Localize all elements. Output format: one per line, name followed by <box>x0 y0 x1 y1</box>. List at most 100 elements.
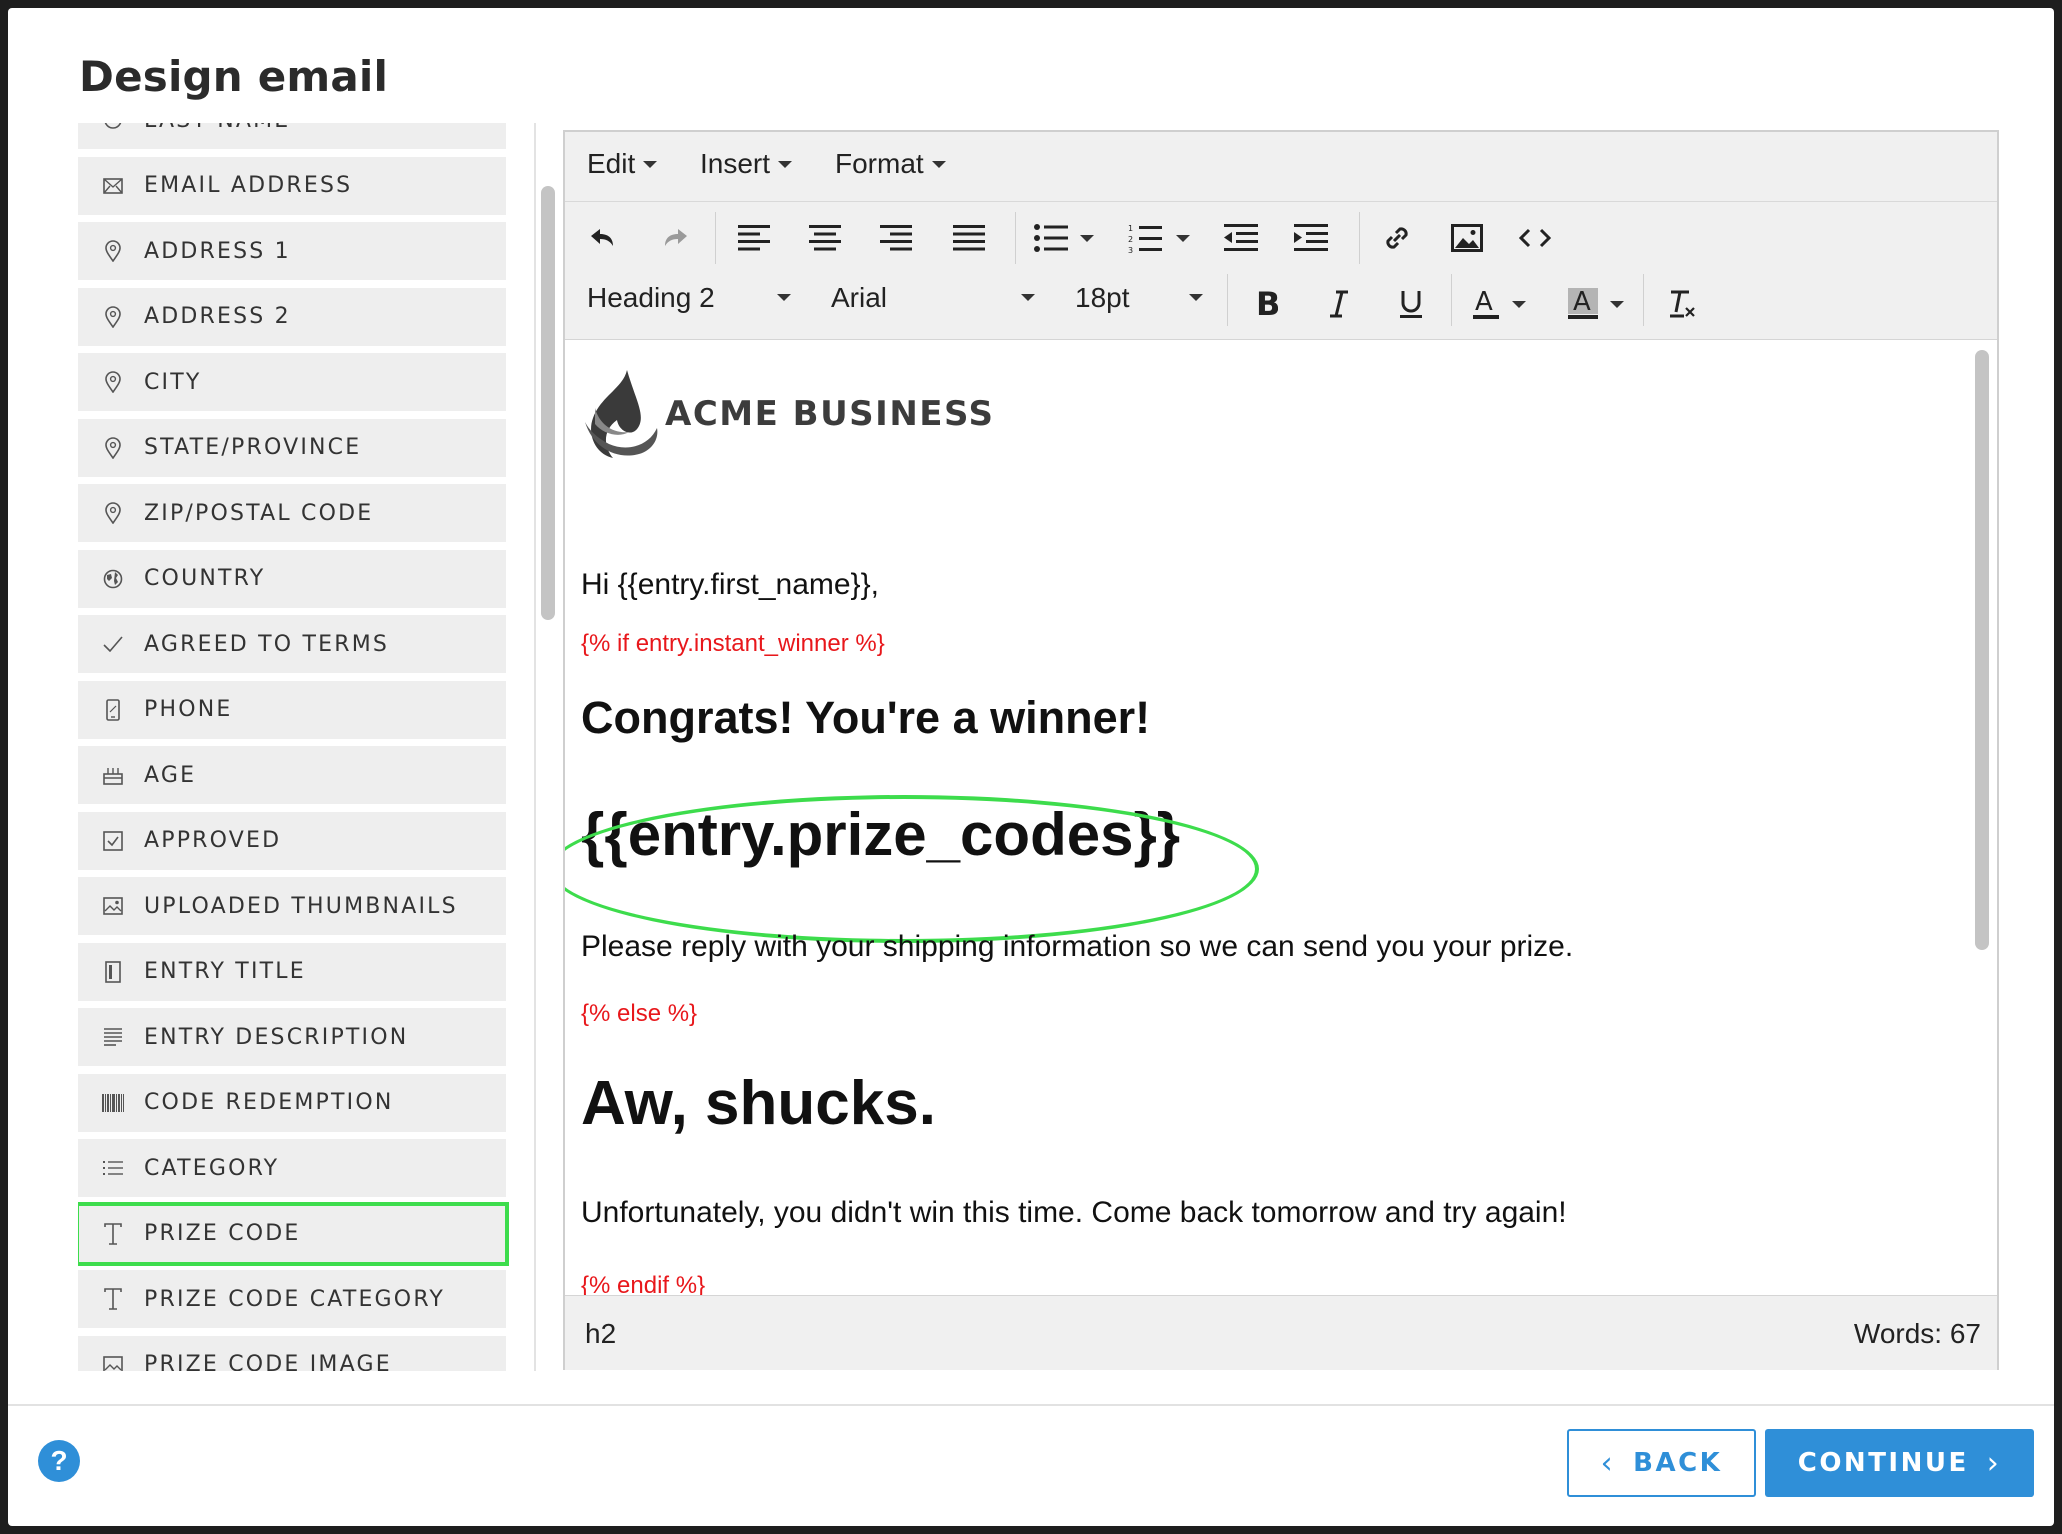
image-icon <box>102 1354 124 1371</box>
field-item-uploaded-thumbnails[interactable]: UPLOADED THUMBNAILS <box>78 877 506 935</box>
field-item-address-1[interactable]: ADDRESS 1 <box>78 222 506 280</box>
document-icon <box>102 960 124 983</box>
field-item-entry-title[interactable]: ENTRY TITLE <box>78 942 506 1001</box>
field-item-zip-postal-code[interactable]: ZIP/POSTAL CODE <box>78 484 506 542</box>
field-item-state-province[interactable]: STATE/PROVINCE <box>78 418 506 477</box>
text-color-button[interactable]: A <box>1462 280 1510 328</box>
insert-link-button[interactable] <box>1373 214 1421 262</box>
word-count: Words: 67 <box>1853 1318 1981 1349</box>
field-item-label: ADDRESS 2 <box>144 304 291 329</box>
font-family-select[interactable]: Arial <box>831 282 1035 314</box>
field-item-phone[interactable]: PHONE <box>78 680 506 739</box>
menu-insert[interactable]: Insert <box>700 148 793 180</box>
email-content-area[interactable]: ACME BUSINESS Hi {{entry.first_name}}, {… <box>565 340 1975 1295</box>
field-item-label: ZIP/POSTAL CODE <box>144 500 374 526</box>
element-path[interactable]: h2 <box>585 1318 616 1350</box>
field-item-prize-code[interactable]: PRIZE CODE <box>78 1201 509 1266</box>
underline-button[interactable] <box>1387 280 1435 328</box>
clear-formatting-icon <box>1670 290 1695 318</box>
back-button[interactable]: ‹ BACK <box>1567 1429 1756 1497</box>
field-item-country[interactable]: COUNTRY <box>78 549 506 608</box>
chevron-right-icon: › <box>1986 1445 2002 1481</box>
help-button[interactable]: ? <box>38 1440 80 1482</box>
field-item-prize-code-category[interactable]: PRIZE CODE CATEGORY <box>78 1270 506 1328</box>
align-left-icon <box>738 225 770 251</box>
toolbar-separator <box>1643 274 1644 326</box>
align-justify-button[interactable] <box>945 214 993 262</box>
field-item-age[interactable]: AGE <box>78 746 506 804</box>
redo-icon <box>665 229 687 246</box>
block-format-select[interactable]: Heading 2 <box>587 282 791 314</box>
code-icon <box>1519 228 1551 248</box>
clear-formatting-button[interactable] <box>1657 280 1705 328</box>
undo-button[interactable] <box>579 214 627 262</box>
field-list-scrollbar[interactable] <box>541 186 555 620</box>
menu-edit[interactable]: Edit <box>587 148 658 180</box>
indent-button[interactable] <box>1287 214 1335 262</box>
field-item-category[interactable]: CATEGORY <box>78 1139 506 1197</box>
paragraph-icon <box>102 1026 124 1048</box>
checkbox-icon <box>102 830 124 852</box>
field-item-label: CITY <box>144 369 202 395</box>
redo-button[interactable] <box>651 214 699 262</box>
field-item-label: PRIZE CODE IMAGE <box>144 1352 392 1371</box>
bullet-list-icon <box>1034 224 1068 252</box>
winner-body-text: Please reply with your shipping informat… <box>581 930 1574 963</box>
svg-text:2: 2 <box>1128 235 1133 244</box>
text-color-options-button[interactable] <box>1507 280 1531 328</box>
svg-text:A: A <box>1573 288 1591 317</box>
field-item-prize-code-image[interactable]: PRIZE CODE IMAGE <box>78 1335 506 1371</box>
toolbar-separator <box>1451 274 1452 326</box>
insert-image-button[interactable] <box>1443 214 1491 262</box>
continue-button[interactable]: CONTINUE › <box>1765 1429 2034 1497</box>
field-item-label: STATE/PROVINCE <box>144 435 362 460</box>
chevron-down-icon <box>1610 300 1624 308</box>
envelope-icon <box>102 175 124 197</box>
background-color-options-button[interactable] <box>1605 280 1629 328</box>
field-item-label: APPROVED <box>144 828 282 853</box>
editor-statusbar: h2 Words: 67 <box>565 1295 1997 1370</box>
font-size-select[interactable]: 18pt <box>1075 282 1203 314</box>
menu-format[interactable]: Format <box>835 148 946 180</box>
align-left-button[interactable] <box>730 214 778 262</box>
field-item-approved[interactable]: APPROVED <box>78 811 506 870</box>
footer-divider <box>8 1404 2054 1406</box>
cake-icon <box>102 764 124 786</box>
field-list-scroll-track <box>534 123 536 1371</box>
loser-body-text: Unfortunately, you didn't win this time.… <box>581 1196 1567 1229</box>
field-list-panel: LAST NAME EMAIL ADDRESS ADDRESS 1 ADDRES… <box>78 123 525 1371</box>
template-else-tag: {% else %} <box>581 1000 698 1027</box>
field-item-code-redemption[interactable]: CODE REDEMPTION <box>78 1073 506 1132</box>
bullet-list-button[interactable] <box>1027 214 1075 262</box>
align-right-button[interactable] <box>872 214 920 262</box>
align-center-button[interactable] <box>801 214 849 262</box>
background-color-button[interactable]: A <box>1559 280 1607 328</box>
map-pin-icon <box>102 371 124 393</box>
link-icon <box>1386 227 1408 249</box>
globe-icon <box>102 568 124 590</box>
numbered-list-options-button[interactable] <box>1171 214 1195 262</box>
outdent-button[interactable] <box>1217 214 1265 262</box>
field-item-email-address[interactable]: EMAIL ADDRESS <box>78 156 506 215</box>
field-item-agreed-to-terms[interactable]: AGREED TO TERMS <box>78 615 506 673</box>
rich-text-editor: Edit Insert Format 1 2 3 Heading 2 Arial… <box>563 130 1999 1370</box>
field-item-entry-description[interactable]: ENTRY DESCRIPTION <box>78 1008 506 1066</box>
chevron-down-icon <box>1189 294 1203 301</box>
acme-logo-text: ACME BUSINESS <box>665 394 995 434</box>
svg-text:1: 1 <box>1128 224 1133 233</box>
field-item-last-name[interactable]: LAST NAME <box>78 123 506 149</box>
italic-button[interactable] <box>1315 280 1363 328</box>
loser-heading: Aw, shucks. <box>581 1069 936 1138</box>
field-list: LAST NAME EMAIL ADDRESS ADDRESS 1 ADDRES… <box>78 123 509 1371</box>
field-item-label: PHONE <box>144 697 233 722</box>
source-code-button[interactable] <box>1511 214 1559 262</box>
acme-logo: ACME BUSINESS <box>583 368 994 460</box>
field-item-city[interactable]: CITY <box>78 353 506 411</box>
align-center-icon <box>809 225 841 251</box>
bullet-list-options-button[interactable] <box>1075 214 1099 262</box>
field-item-address-2[interactable]: ADDRESS 2 <box>78 287 506 346</box>
svg-text:B: B <box>1256 290 1278 318</box>
numbered-list-button[interactable]: 1 2 3 <box>1121 214 1169 262</box>
bold-button[interactable]: B <box>1243 280 1291 328</box>
content-scrollbar[interactable] <box>1975 350 1989 950</box>
